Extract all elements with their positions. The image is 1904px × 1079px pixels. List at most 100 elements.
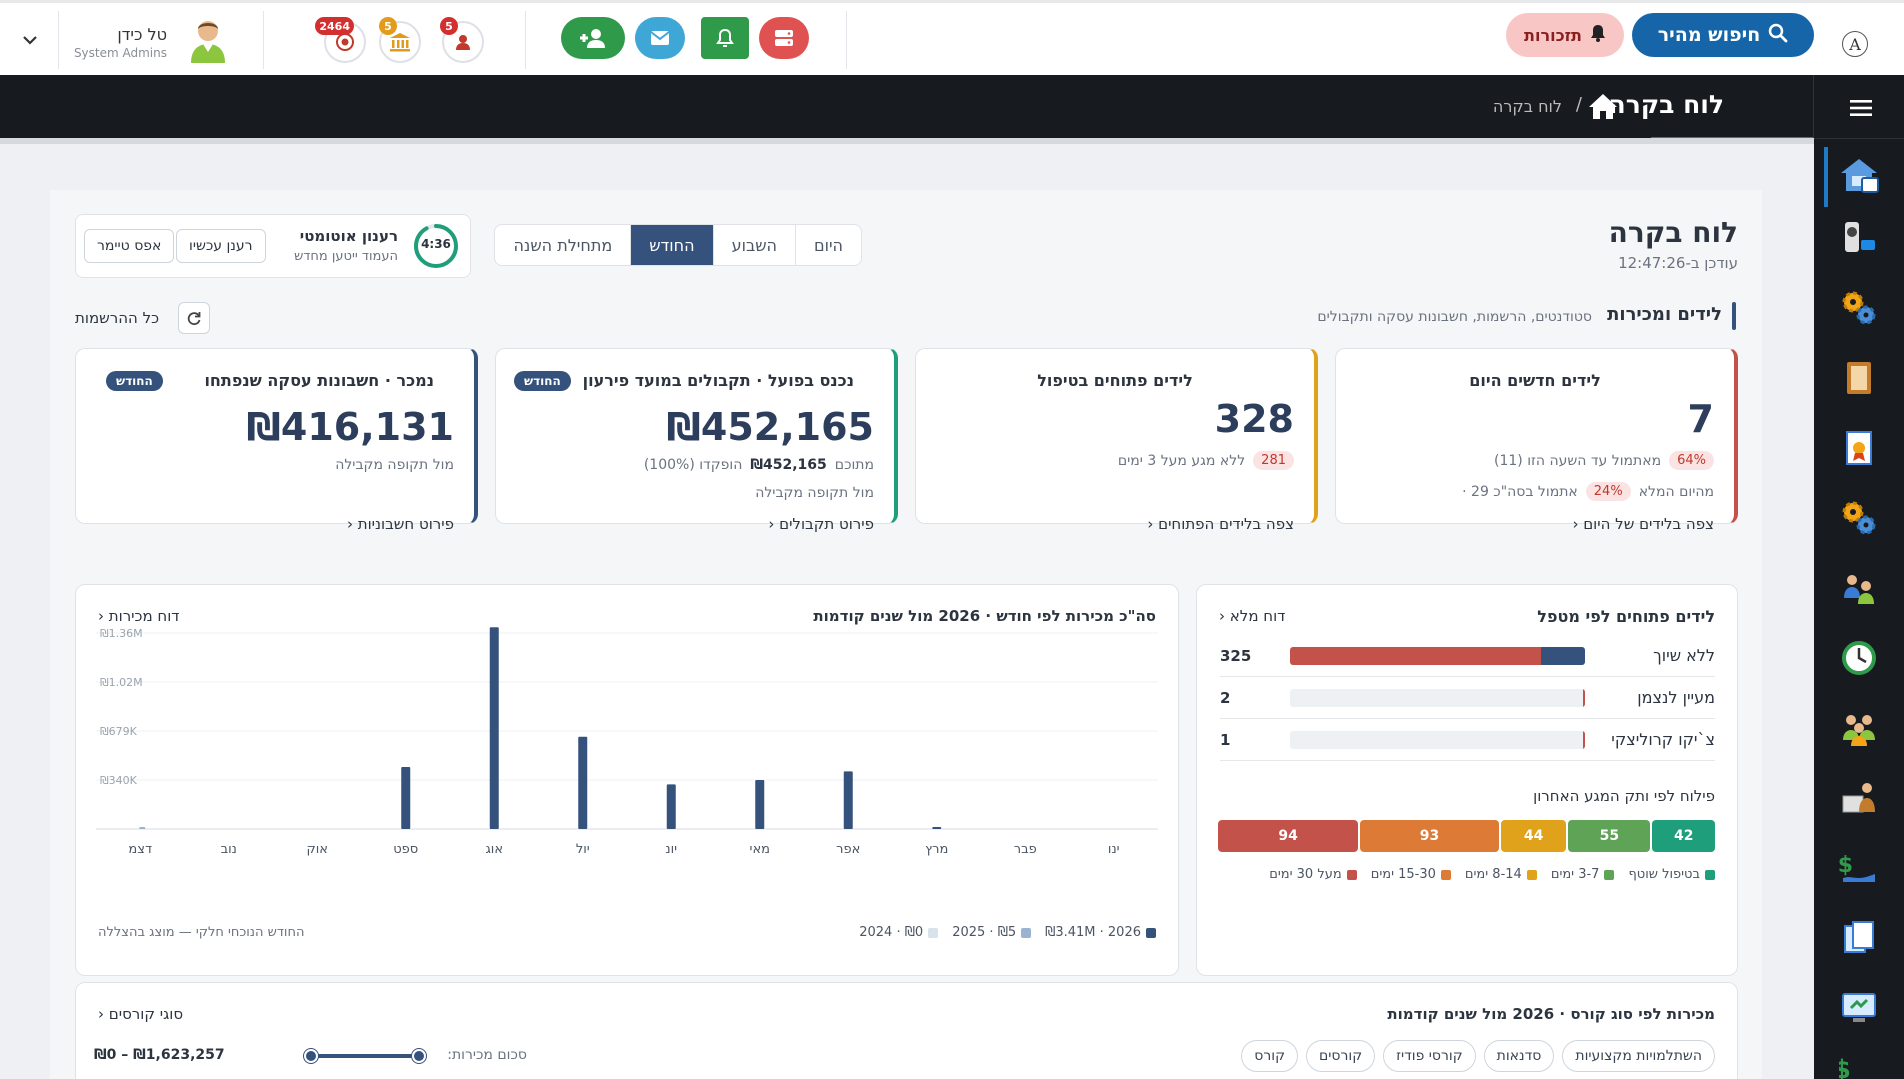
kpi-pct-badge: 24% [1585,482,1631,501]
home-icon[interactable] [1588,92,1618,124]
view-today-leads-link[interactable]: צפה בלידים של היום ‹ [1572,515,1714,533]
legend-label: בטיפול שוטף [1628,867,1700,882]
nav-monitor-icon[interactable] [1836,985,1882,1031]
tab-week[interactable]: השבוע [712,225,795,265]
chart-legend: ₪3.41M · 2026 ₪5 · 2025 ₪0 · 2024 [845,925,1156,940]
accessibility-icon[interactable]: A [1842,31,1868,57]
all-registrations-link[interactable]: כל ההרשמות [75,309,159,327]
refresh-section-button[interactable] [178,302,210,334]
reset-timer-button[interactable]: אפס טיימר [84,229,175,263]
add-user-icon [580,29,605,48]
sales-bar-chart: ₪1.36M ₪1.02M ₪679K ₪340K ינו פבר מרץ אפר מאי יונ… [96,627,1158,857]
course-chip[interactable]: סדנאות [1483,1040,1555,1072]
bank-icon [390,33,410,52]
view-invoices-link[interactable]: פירוט חשבוניות ‹ [347,515,454,533]
nav-video-icon[interactable] [1836,215,1882,261]
handler-row[interactable]: מעיין לנצמן 2 [1220,677,1715,719]
refresh-now-button[interactable]: רענן עכשיו [176,229,266,263]
server-icon [775,30,793,46]
nav-teacher-icon[interactable] [1836,775,1882,821]
full-report-link[interactable]: דוח מלא ‹ [1219,607,1285,625]
view-receipts-link[interactable]: פירוט תקבולים ‹ [768,515,874,533]
handler-name: צ`יקו קרוליצקי [1611,730,1715,749]
kpi-title: לידים חדשים היום [1469,371,1601,390]
chart-legend-item[interactable]: ₪5 · 2025 [952,925,1032,940]
avatar[interactable] [187,17,229,63]
nav-payments-icon[interactable]: $ [1836,845,1882,891]
range-slider-max-handle[interactable] [412,1049,426,1063]
distribution-bar: 42 55 44 93 94 [1218,820,1715,852]
legend-swatch [1526,869,1537,880]
quick-search-button[interactable]: חיפוש מהיר [1632,13,1814,57]
sales-report-link[interactable]: דוח מכירות ‹ [98,607,180,625]
user-menu-chevron-icon[interactable] [22,31,38,50]
tab-today[interactable]: היום [794,225,861,265]
x-tick-label: יונ [665,842,677,857]
nav-certificate-icon[interactable] [1836,425,1882,471]
nav-book-icon[interactable] [1836,355,1882,401]
server-button[interactable] [759,17,809,59]
course-chip[interactable]: קורסי פודיז [1383,1040,1476,1072]
course-chips: השתלמויות מקצועיות סדנאות קורסי פודיז קו… [1241,1040,1715,1072]
legend-swatch [1440,869,1451,880]
range-slider-track [308,1054,422,1058]
add-user-button[interactable] [561,17,625,59]
kpi-title: לידים פתוחים בטיפול [1037,371,1193,390]
search-icon [1768,23,1788,48]
tasks-badge: 2464 [315,17,354,35]
nav-settings-icon[interactable] [1836,285,1882,331]
tasks-counter[interactable]: 2464 [315,17,366,63]
notifications-button[interactable] [701,17,749,59]
course-types-link[interactable]: סוגי קורסים ‹ [98,1005,183,1023]
course-chip[interactable]: קורסים [1306,1040,1376,1072]
nav-dashboard-icon[interactable] [1836,153,1882,199]
reminders-button[interactable]: תזכורות [1506,13,1624,57]
course-chip[interactable]: קורס [1241,1040,1298,1072]
kpi-line-text: הופקדו (100%) [643,457,743,473]
handler-bar-track [1290,646,1585,665]
distribution-segment[interactable]: 93 [1360,820,1499,852]
tab-year-to-date[interactable]: מתחילת השנה [495,225,630,265]
legend-swatch [1346,869,1357,880]
menu-toggle-icon[interactable] [1850,99,1872,121]
distribution-segment[interactable]: 55 [1568,820,1651,852]
handler-count: 325 [1220,646,1252,665]
breadcrumb-current: לוח בקרה [1492,97,1562,116]
range-slider[interactable] [304,1049,426,1063]
nav-money-icon[interactable]: $ [1836,1045,1882,1079]
kpi-title: נכנס בפועל · תקבולים במועד פירעון [582,371,854,390]
nav-documents-icon[interactable] [1836,915,1882,961]
range-slider-min-handle[interactable] [304,1049,318,1063]
course-chip[interactable]: השתלמויות מקצועיות [1562,1040,1715,1072]
nav-groups-icon[interactable] [1836,705,1882,751]
legend-label: ₪0 · 2024 [859,925,924,940]
bank-counter[interactable]: 5 [379,17,421,63]
nav-users-exchange-icon[interactable] [1836,565,1882,611]
view-open-leads-link[interactable]: צפה בלידים הפתוחים ‹ [1147,515,1294,533]
handler-row[interactable]: צ`יקו קרוליצקי 1 [1220,719,1715,761]
legend-label: 8-14 ימים [1464,867,1522,882]
tab-month[interactable]: החודש [630,225,713,265]
nav-divider [1814,138,1904,139]
topbar-divider [58,11,59,69]
kpi-pct-badge: 64% [1669,451,1714,470]
page-header: לוח בקרה / לוח בקרה [0,75,1814,142]
chart-legend-item[interactable]: ₪3.41M · 2026 [1045,925,1156,940]
y-tick-label: ₪679K [100,725,138,738]
target-icon [336,33,354,51]
range-label: סכום מכירות: [447,1047,527,1063]
distribution-segment[interactable]: 94 [1218,820,1359,852]
messages-button[interactable] [635,17,685,59]
chart-legend-item[interactable]: ₪0 · 2024 [859,925,939,940]
nav-config-icon[interactable] [1836,495,1882,541]
nav-clock-icon[interactable] [1836,635,1882,681]
contacts-counter[interactable]: 5 [440,17,484,63]
distribution-segment[interactable]: 44 [1500,820,1567,852]
reminders-label: תזכורות [1524,25,1582,45]
quick-search-label: חיפוש מהיר [1657,24,1761,46]
dashboard-title: לוח בקרה [1608,216,1738,249]
kpi-new-leads: לידים חדשים היום 7 64% מאתמול עד השעה הז… [1335,348,1738,533]
legend-label: ₪5 · 2025 [952,925,1017,940]
handler-row[interactable]: ללא שיוך 325 [1220,635,1715,677]
distribution-segment[interactable]: 42 [1652,820,1715,852]
